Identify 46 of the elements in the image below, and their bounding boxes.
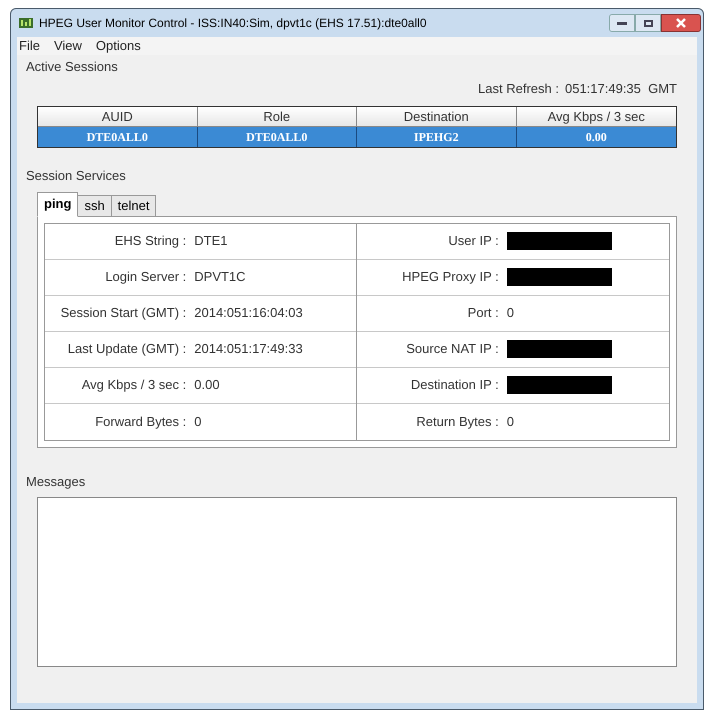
field-label: Login Server :	[104, 268, 188, 286]
table-cell: DTE0ALL0	[38, 127, 198, 147]
maximize-button[interactable]	[635, 14, 661, 32]
table-cell: IPEHG2	[357, 127, 516, 147]
field-label: Session Start (GMT) :	[60, 304, 188, 322]
section-title: Session Services	[26, 167, 127, 185]
field-value: DTE1	[194, 232, 228, 250]
last-refresh-label: Last Refresh :	[478, 80, 559, 98]
field-value: DPVT1C	[194, 268, 246, 286]
column-header[interactable]: Role	[198, 107, 357, 127]
minimize-button[interactable]	[609, 14, 635, 32]
tab[interactable]: telnet	[110, 194, 156, 216]
field-label: Source NAT IP :	[405, 340, 500, 358]
field-label: User IP :	[447, 232, 500, 250]
column-header[interactable]: AUID	[38, 107, 198, 127]
table-cell-text: 0.00	[584, 129, 608, 146]
field-value: 0	[506, 304, 514, 322]
last-refresh-value: 051:17:49:35 GMT	[564, 80, 677, 98]
field-label: Port :	[466, 304, 500, 322]
close-icon	[676, 18, 686, 28]
field-label: Avg Kbps / 3 sec :	[80, 376, 188, 394]
field-label: HPEG Proxy IP :	[401, 268, 500, 286]
table-row[interactable]: DTE0ALL0 DTE0ALL0 IPEHG2 0.00	[38, 127, 676, 147]
field-value: 2014:051:16:04:03	[194, 304, 303, 322]
tab[interactable]: ssh	[77, 194, 112, 216]
menu-item[interactable]: Options	[96, 36, 141, 56]
field-value: 0	[194, 412, 202, 431]
field-label: Last Update (GMT) :	[66, 340, 188, 358]
tab[interactable]: ping	[37, 192, 78, 216]
field-label: Destination IP :	[410, 376, 500, 394]
menu-item[interactable]: View	[54, 36, 82, 56]
field-value: 2014:051:17:49:33	[194, 340, 303, 358]
table-cell: DTE0ALL0	[198, 127, 357, 147]
menu-item[interactable]: File	[19, 36, 40, 56]
close-button[interactable]	[661, 14, 701, 32]
section-title: Messages	[26, 472, 86, 491]
app-icon	[19, 18, 33, 28]
field-label: Forward Bytes :	[94, 412, 188, 431]
field-label: Return Bytes :	[415, 412, 500, 431]
section-title: Active Sessions	[26, 58, 119, 76]
field-value: 0	[506, 412, 514, 431]
column-header[interactable]: Avg Kbps / 3 sec	[516, 107, 676, 127]
window-title: HPEG User Monitor Control - ISS:IN40:Sim, dpvt1c (EHS 17.51):dte0all0	[39, 15, 426, 32]
field-label: EHS String :	[114, 232, 188, 250]
column-header[interactable]: Destination	[357, 107, 516, 127]
field-value: 0.00	[194, 376, 220, 394]
